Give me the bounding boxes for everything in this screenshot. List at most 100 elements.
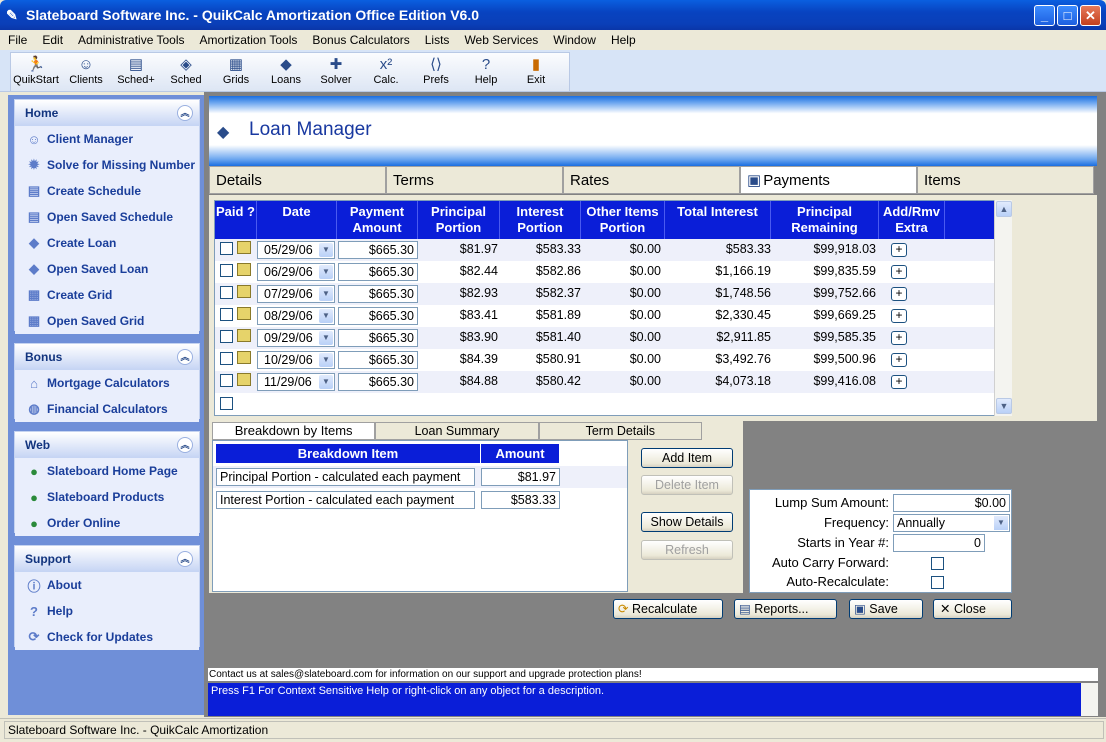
- sidebar-item-home-page[interactable]: ● Slateboard Home Page: [15, 458, 199, 484]
- menu-administrative-tools[interactable]: Administrative Tools: [78, 33, 185, 47]
- lump-sum-field[interactable]: $0.00: [893, 494, 1010, 512]
- refresh-button[interactable]: Refresh: [641, 540, 733, 560]
- add-extra-button[interactable]: +: [891, 265, 907, 279]
- add-extra-button[interactable]: +: [891, 287, 907, 301]
- paid-checkbox[interactable]: [220, 352, 233, 365]
- clients-button[interactable]: ☺ Clients: [61, 53, 111, 91]
- note-icon[interactable]: [237, 351, 251, 364]
- show-details-button[interactable]: Show Details: [641, 512, 733, 532]
- payment-amount-field[interactable]: $665.30: [338, 373, 418, 391]
- chevron-down-icon[interactable]: ▼: [994, 516, 1008, 530]
- add-extra-button[interactable]: +: [891, 309, 907, 323]
- payment-amount-field[interactable]: $665.30: [338, 329, 418, 347]
- payment-amount-field[interactable]: $665.30: [338, 307, 418, 325]
- menu-web-services[interactable]: Web Services: [464, 33, 538, 47]
- add-extra-button[interactable]: +: [891, 331, 907, 345]
- help-button[interactable]: ? Help: [461, 53, 511, 91]
- note-icon[interactable]: [237, 373, 251, 386]
- collapse-icon[interactable]: ︽: [177, 349, 193, 365]
- sidebar-item-open-grid[interactable]: ▦ Open Saved Grid: [15, 308, 199, 334]
- tab-term-details[interactable]: Term Details: [538, 422, 702, 440]
- note-icon[interactable]: [237, 307, 251, 320]
- tab-items[interactable]: Items: [917, 166, 1094, 194]
- chevron-down-icon[interactable]: ▼: [319, 353, 333, 367]
- menu-file[interactable]: File: [8, 33, 27, 47]
- sidebar-item-solve[interactable]: ✹ Solve for Missing Number: [15, 152, 199, 178]
- note-icon[interactable]: [237, 285, 251, 298]
- menu-bonus-calculators[interactable]: Bonus Calculators: [312, 33, 409, 47]
- tab-terms[interactable]: Terms: [386, 166, 563, 194]
- auto-carry-checkbox[interactable]: [931, 557, 944, 570]
- payment-amount-field[interactable]: $665.30: [338, 351, 418, 369]
- breakdown-amount-1[interactable]: $583.33: [481, 491, 560, 509]
- solver-button[interactable]: ✚ Solver: [311, 53, 361, 91]
- note-icon[interactable]: [237, 241, 251, 254]
- breakdown-item-1[interactable]: Interest Portion - calculated each payme…: [216, 491, 475, 509]
- reports-button[interactable]: ▤ Reports...: [734, 599, 837, 619]
- sidebar-item-mortgage-calculators[interactable]: ⌂ Mortgage Calculators: [15, 370, 199, 396]
- collapse-icon[interactable]: ︽: [177, 105, 193, 121]
- note-icon[interactable]: [237, 263, 251, 276]
- prefs-button[interactable]: ⟨⟩ Prefs: [411, 53, 461, 91]
- recalculate-button[interactable]: ⟳ Recalculate: [613, 599, 723, 619]
- add-extra-button[interactable]: +: [891, 243, 907, 257]
- tab-details[interactable]: Details: [209, 166, 386, 194]
- breakdown-amount-0[interactable]: $81.97: [481, 468, 560, 486]
- help-scrollbar[interactable]: [1081, 683, 1098, 716]
- sched-plus-button[interactable]: ▤ Sched+: [111, 53, 161, 91]
- menu-window[interactable]: Window: [553, 33, 596, 47]
- auto-recalc-checkbox[interactable]: [931, 576, 944, 589]
- chevron-down-icon[interactable]: ▼: [319, 243, 333, 257]
- close-button[interactable]: ✕ Close: [933, 599, 1012, 619]
- paid-checkbox[interactable]: [220, 286, 233, 299]
- scroll-down-icon[interactable]: ▼: [996, 398, 1012, 414]
- sidebar-item-open-schedule[interactable]: ▤ Open Saved Schedule: [15, 204, 199, 230]
- sidebar-item-products[interactable]: ● Slateboard Products: [15, 484, 199, 510]
- date-select[interactable]: 11/29/06 ▼: [257, 373, 335, 391]
- date-select[interactable]: 05/29/06 ▼: [257, 241, 335, 259]
- breakdown-item-0[interactable]: Principal Portion - calculated each paym…: [216, 468, 475, 486]
- exit-button[interactable]: ▮ Exit: [511, 53, 561, 91]
- frequency-select[interactable]: Annually ▼: [893, 514, 1010, 532]
- sidebar-item-open-loan[interactable]: ◆ Open Saved Loan: [15, 256, 199, 282]
- sidebar-item-order-online[interactable]: ● Order Online: [15, 510, 199, 536]
- sidebar-item-about[interactable]: ⓘ About: [15, 572, 199, 598]
- chevron-down-icon[interactable]: ▼: [319, 375, 333, 389]
- paid-checkbox[interactable]: [220, 308, 233, 321]
- paid-checkbox-empty-row[interactable]: [220, 397, 233, 410]
- web-panel-header[interactable]: Web ︽: [15, 432, 199, 458]
- close-window-button[interactable]: ✕: [1080, 5, 1101, 26]
- sidebar-item-help[interactable]: ? Help: [15, 598, 199, 624]
- paid-checkbox[interactable]: [220, 264, 233, 277]
- delete-item-button[interactable]: Delete Item: [641, 475, 733, 495]
- date-select[interactable]: 08/29/06 ▼: [257, 307, 335, 325]
- paid-checkbox[interactable]: [220, 374, 233, 387]
- date-select[interactable]: 07/29/06 ▼: [257, 285, 335, 303]
- calc-button[interactable]: x² Calc.: [361, 53, 411, 91]
- bonus-panel-header[interactable]: Bonus ︽: [15, 344, 199, 370]
- date-select[interactable]: 06/29/06 ▼: [257, 263, 335, 281]
- menu-help[interactable]: Help: [611, 33, 636, 47]
- tab-loan-summary[interactable]: Loan Summary: [375, 422, 539, 440]
- sidebar-item-check-updates[interactable]: ⟳ Check for Updates: [15, 624, 199, 650]
- grid-scrollbar[interactable]: ▲ ▼: [994, 200, 1012, 416]
- tab-rates[interactable]: Rates: [563, 166, 740, 194]
- menu-lists[interactable]: Lists: [425, 33, 450, 47]
- minimize-button[interactable]: _: [1034, 5, 1055, 26]
- note-icon[interactable]: [237, 329, 251, 342]
- add-item-button[interactable]: Add Item: [641, 448, 733, 468]
- date-select[interactable]: 10/29/06 ▼: [257, 351, 335, 369]
- add-extra-button[interactable]: +: [891, 375, 907, 389]
- support-panel-header[interactable]: Support ︽: [15, 546, 199, 572]
- menu-edit[interactable]: Edit: [42, 33, 63, 47]
- tab-breakdown[interactable]: Breakdown by Items: [212, 422, 376, 440]
- payment-amount-field[interactable]: $665.30: [338, 285, 418, 303]
- chevron-down-icon[interactable]: ▼: [319, 331, 333, 345]
- menu-amortization-tools[interactable]: Amortization Tools: [200, 33, 298, 47]
- sidebar-item-create-grid[interactable]: ▦ Create Grid: [15, 282, 199, 308]
- sidebar-item-create-loan[interactable]: ◆ Create Loan: [15, 230, 199, 256]
- sidebar-item-financial-calculators[interactable]: ◍ Financial Calculators: [15, 396, 199, 422]
- collapse-icon[interactable]: ︽: [177, 551, 193, 567]
- date-select[interactable]: 09/29/06 ▼: [257, 329, 335, 347]
- quikstart-button[interactable]: 🏃 QuikStart: [11, 53, 61, 91]
